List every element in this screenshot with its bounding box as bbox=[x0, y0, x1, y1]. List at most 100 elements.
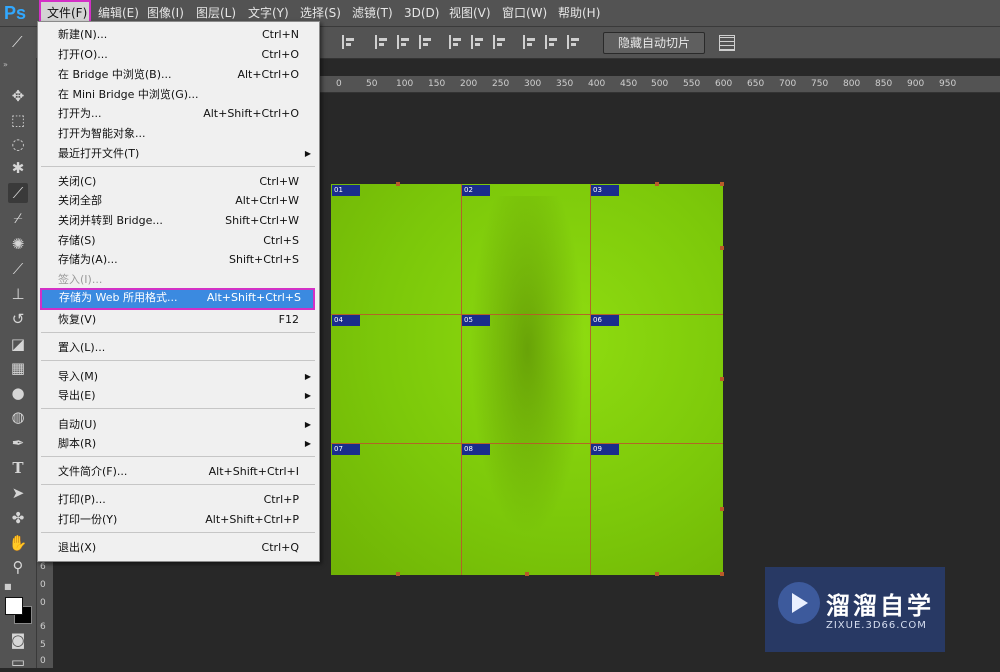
slice-label[interactable]: 03 bbox=[591, 185, 619, 196]
clone-stamp-tool-icon[interactable]: ⊥ bbox=[8, 284, 28, 304]
blur-tool-icon[interactable]: ● bbox=[8, 383, 28, 403]
type-tool-icon[interactable]: T bbox=[8, 458, 28, 478]
eyedropper-tool-icon[interactable]: ⌿ bbox=[8, 208, 28, 228]
slice-label[interactable]: 01 bbox=[332, 185, 360, 196]
distribute-left-icon[interactable] bbox=[523, 35, 539, 49]
menu-divider bbox=[41, 408, 315, 409]
menu-item-browse-bridge[interactable]: 在 Bridge 中浏览(B)... Alt+Ctrl+O bbox=[38, 65, 317, 85]
distribute-hcenter-icon[interactable] bbox=[545, 35, 561, 49]
menu-item-open-as[interactable]: 打开为... Alt+Shift+Ctrl+O bbox=[38, 104, 317, 124]
path-selection-tool-icon[interactable]: ➤ bbox=[8, 483, 28, 503]
lasso-tool-icon[interactable]: ◌ bbox=[8, 134, 28, 154]
slice-handle[interactable] bbox=[720, 507, 724, 511]
screen-mode-icon[interactable]: ▭ bbox=[8, 652, 28, 672]
align-vcenter-icon[interactable] bbox=[375, 35, 391, 49]
menu-item-close-all[interactable]: 关闭全部 Alt+Ctrl+W bbox=[38, 191, 317, 211]
slice-line[interactable] bbox=[590, 184, 591, 575]
magic-wand-tool-icon[interactable]: ✱ bbox=[8, 158, 28, 178]
slice-label[interactable]: 04 bbox=[332, 315, 360, 326]
ruler-tick: 950 bbox=[939, 79, 957, 89]
menu-window[interactable]: 窗口(W) bbox=[496, 0, 553, 26]
slice-handle[interactable] bbox=[720, 377, 724, 381]
menu-filter[interactable]: 滤镜(T) bbox=[346, 0, 399, 26]
ruler-tick: 150 bbox=[428, 79, 446, 89]
menu-item-automate[interactable]: 自动(U) ▶ bbox=[38, 415, 317, 435]
slice-handle[interactable] bbox=[396, 182, 400, 186]
slice-line[interactable] bbox=[461, 184, 462, 575]
menu-item-close[interactable]: 关闭(C) Ctrl+W bbox=[38, 172, 317, 192]
distribute-vcenter-icon[interactable] bbox=[471, 35, 487, 49]
slice-label[interactable]: 08 bbox=[462, 444, 490, 455]
menu-divider bbox=[41, 456, 315, 457]
menu-item-print-one-copy[interactable]: 打印一份(Y) Alt+Shift+Ctrl+P bbox=[38, 510, 317, 530]
zoom-tool-icon[interactable]: ⚲ bbox=[8, 557, 28, 577]
distribute-right-icon[interactable] bbox=[567, 35, 583, 49]
menu-item-print[interactable]: 打印(P)... Ctrl+P bbox=[38, 490, 317, 510]
slice-label[interactable]: 09 bbox=[591, 444, 619, 455]
menu-help[interactable]: 帮助(H) bbox=[552, 0, 606, 26]
menu-3d[interactable]: 3D(D) bbox=[398, 0, 445, 26]
slice-tool-icon[interactable]: ⟋ bbox=[8, 183, 28, 203]
slice-handle[interactable] bbox=[655, 572, 659, 576]
slice-handle[interactable] bbox=[720, 182, 724, 186]
menu-item-scripts[interactable]: 脚本(R) ▶ bbox=[38, 434, 317, 454]
menu-view[interactable]: 视图(V) bbox=[443, 0, 497, 26]
menu-item-revert[interactable]: 恢复(V) F12 bbox=[38, 310, 317, 330]
menu-item-save-as[interactable]: 存储为(A)... Shift+Ctrl+S bbox=[38, 250, 317, 270]
default-colors-icon[interactable]: ■ bbox=[4, 582, 12, 591]
slice-handle[interactable] bbox=[525, 572, 529, 576]
gradient-tool-icon[interactable]: ▦ bbox=[8, 358, 28, 378]
move-tool-icon[interactable]: ✥ bbox=[8, 86, 28, 106]
menu-item-new[interactable]: 新建(N)... Ctrl+N bbox=[38, 25, 317, 45]
hide-auto-slices-button[interactable]: 隐藏自动切片 bbox=[603, 32, 705, 54]
align-top-icon[interactable] bbox=[342, 35, 358, 49]
menu-item-check-in: 签入(I)... bbox=[58, 273, 103, 286]
align-left-icon[interactable] bbox=[419, 35, 435, 49]
align-bottom-icon[interactable] bbox=[397, 35, 413, 49]
ruler-tick: 6 bbox=[40, 562, 46, 572]
dodge-tool-icon[interactable]: ◍ bbox=[8, 407, 28, 427]
hand-tool-icon[interactable]: ✋ bbox=[8, 533, 28, 553]
menu-item-close-go-bridge[interactable]: 关闭并转到 Bridge... Shift+Ctrl+W bbox=[38, 211, 317, 231]
slice-line[interactable] bbox=[331, 314, 723, 315]
eraser-tool-icon[interactable]: ◪ bbox=[8, 334, 28, 354]
submenu-arrow-icon: ▶ bbox=[304, 372, 311, 381]
healing-brush-tool-icon[interactable]: ✺ bbox=[8, 234, 28, 254]
menu-item-import[interactable]: 导入(M) ▶ bbox=[38, 367, 317, 387]
custom-shape-tool-icon[interactable]: ✤ bbox=[8, 508, 28, 528]
slice-label[interactable]: 06 bbox=[591, 315, 619, 326]
ruler-tick: 300 bbox=[524, 79, 542, 89]
slice-options-icon[interactable] bbox=[719, 35, 735, 51]
foreground-color-swatch[interactable] bbox=[5, 597, 23, 615]
play-icon bbox=[792, 593, 808, 613]
menu-item-recent-files[interactable]: 最近打开文件(T) ▶ bbox=[38, 144, 317, 164]
brush-tool-icon[interactable]: ⟋ bbox=[8, 259, 28, 279]
menu-item-open-smart-object[interactable]: 打开为智能对象... bbox=[38, 124, 317, 144]
ruler-tick: 850 bbox=[875, 79, 893, 89]
menu-item-save[interactable]: 存储(S) Ctrl+S bbox=[38, 231, 317, 251]
menu-item-save-for-web[interactable]: 存储为 Web 所用格式... Alt+Shift+Ctrl+S bbox=[40, 288, 315, 310]
ruler-tick: 650 bbox=[747, 79, 765, 89]
menu-item-export[interactable]: 导出(E) ▶ bbox=[38, 386, 317, 406]
quick-mask-icon[interactable]: ◙ bbox=[8, 630, 28, 650]
marquee-tool-icon[interactable]: ⬚ bbox=[8, 110, 28, 130]
slice-handle[interactable] bbox=[720, 572, 724, 576]
slice-label[interactable]: 07 bbox=[332, 444, 360, 455]
slice-select-tool-icon[interactable]: ⟋ bbox=[12, 33, 23, 51]
slice-label[interactable]: 02 bbox=[462, 185, 490, 196]
menu-item-browse-mini-bridge[interactable]: 在 Mini Bridge 中浏览(G)... bbox=[38, 85, 317, 105]
slice-line[interactable] bbox=[331, 443, 723, 444]
pen-tool-icon[interactable]: ✒ bbox=[8, 433, 28, 453]
menu-item-file-info[interactable]: 文件简介(F)... Alt+Shift+Ctrl+I bbox=[38, 462, 317, 482]
menu-item-place[interactable]: 置入(L)... bbox=[38, 338, 317, 358]
distribute-bottom-icon[interactable] bbox=[493, 35, 509, 49]
slice-handle[interactable] bbox=[720, 246, 724, 250]
distribute-top-icon[interactable] bbox=[449, 35, 465, 49]
toolbox-collapse-icon[interactable]: » bbox=[3, 60, 8, 69]
menu-item-exit[interactable]: 退出(X) Ctrl+Q bbox=[38, 538, 317, 558]
slice-handle[interactable] bbox=[396, 572, 400, 576]
history-brush-tool-icon[interactable]: ↺ bbox=[8, 309, 28, 329]
menu-item-open[interactable]: 打开(O)... Ctrl+O bbox=[38, 45, 317, 65]
slice-label[interactable]: 05 bbox=[462, 315, 490, 326]
slice-handle[interactable] bbox=[655, 182, 659, 186]
